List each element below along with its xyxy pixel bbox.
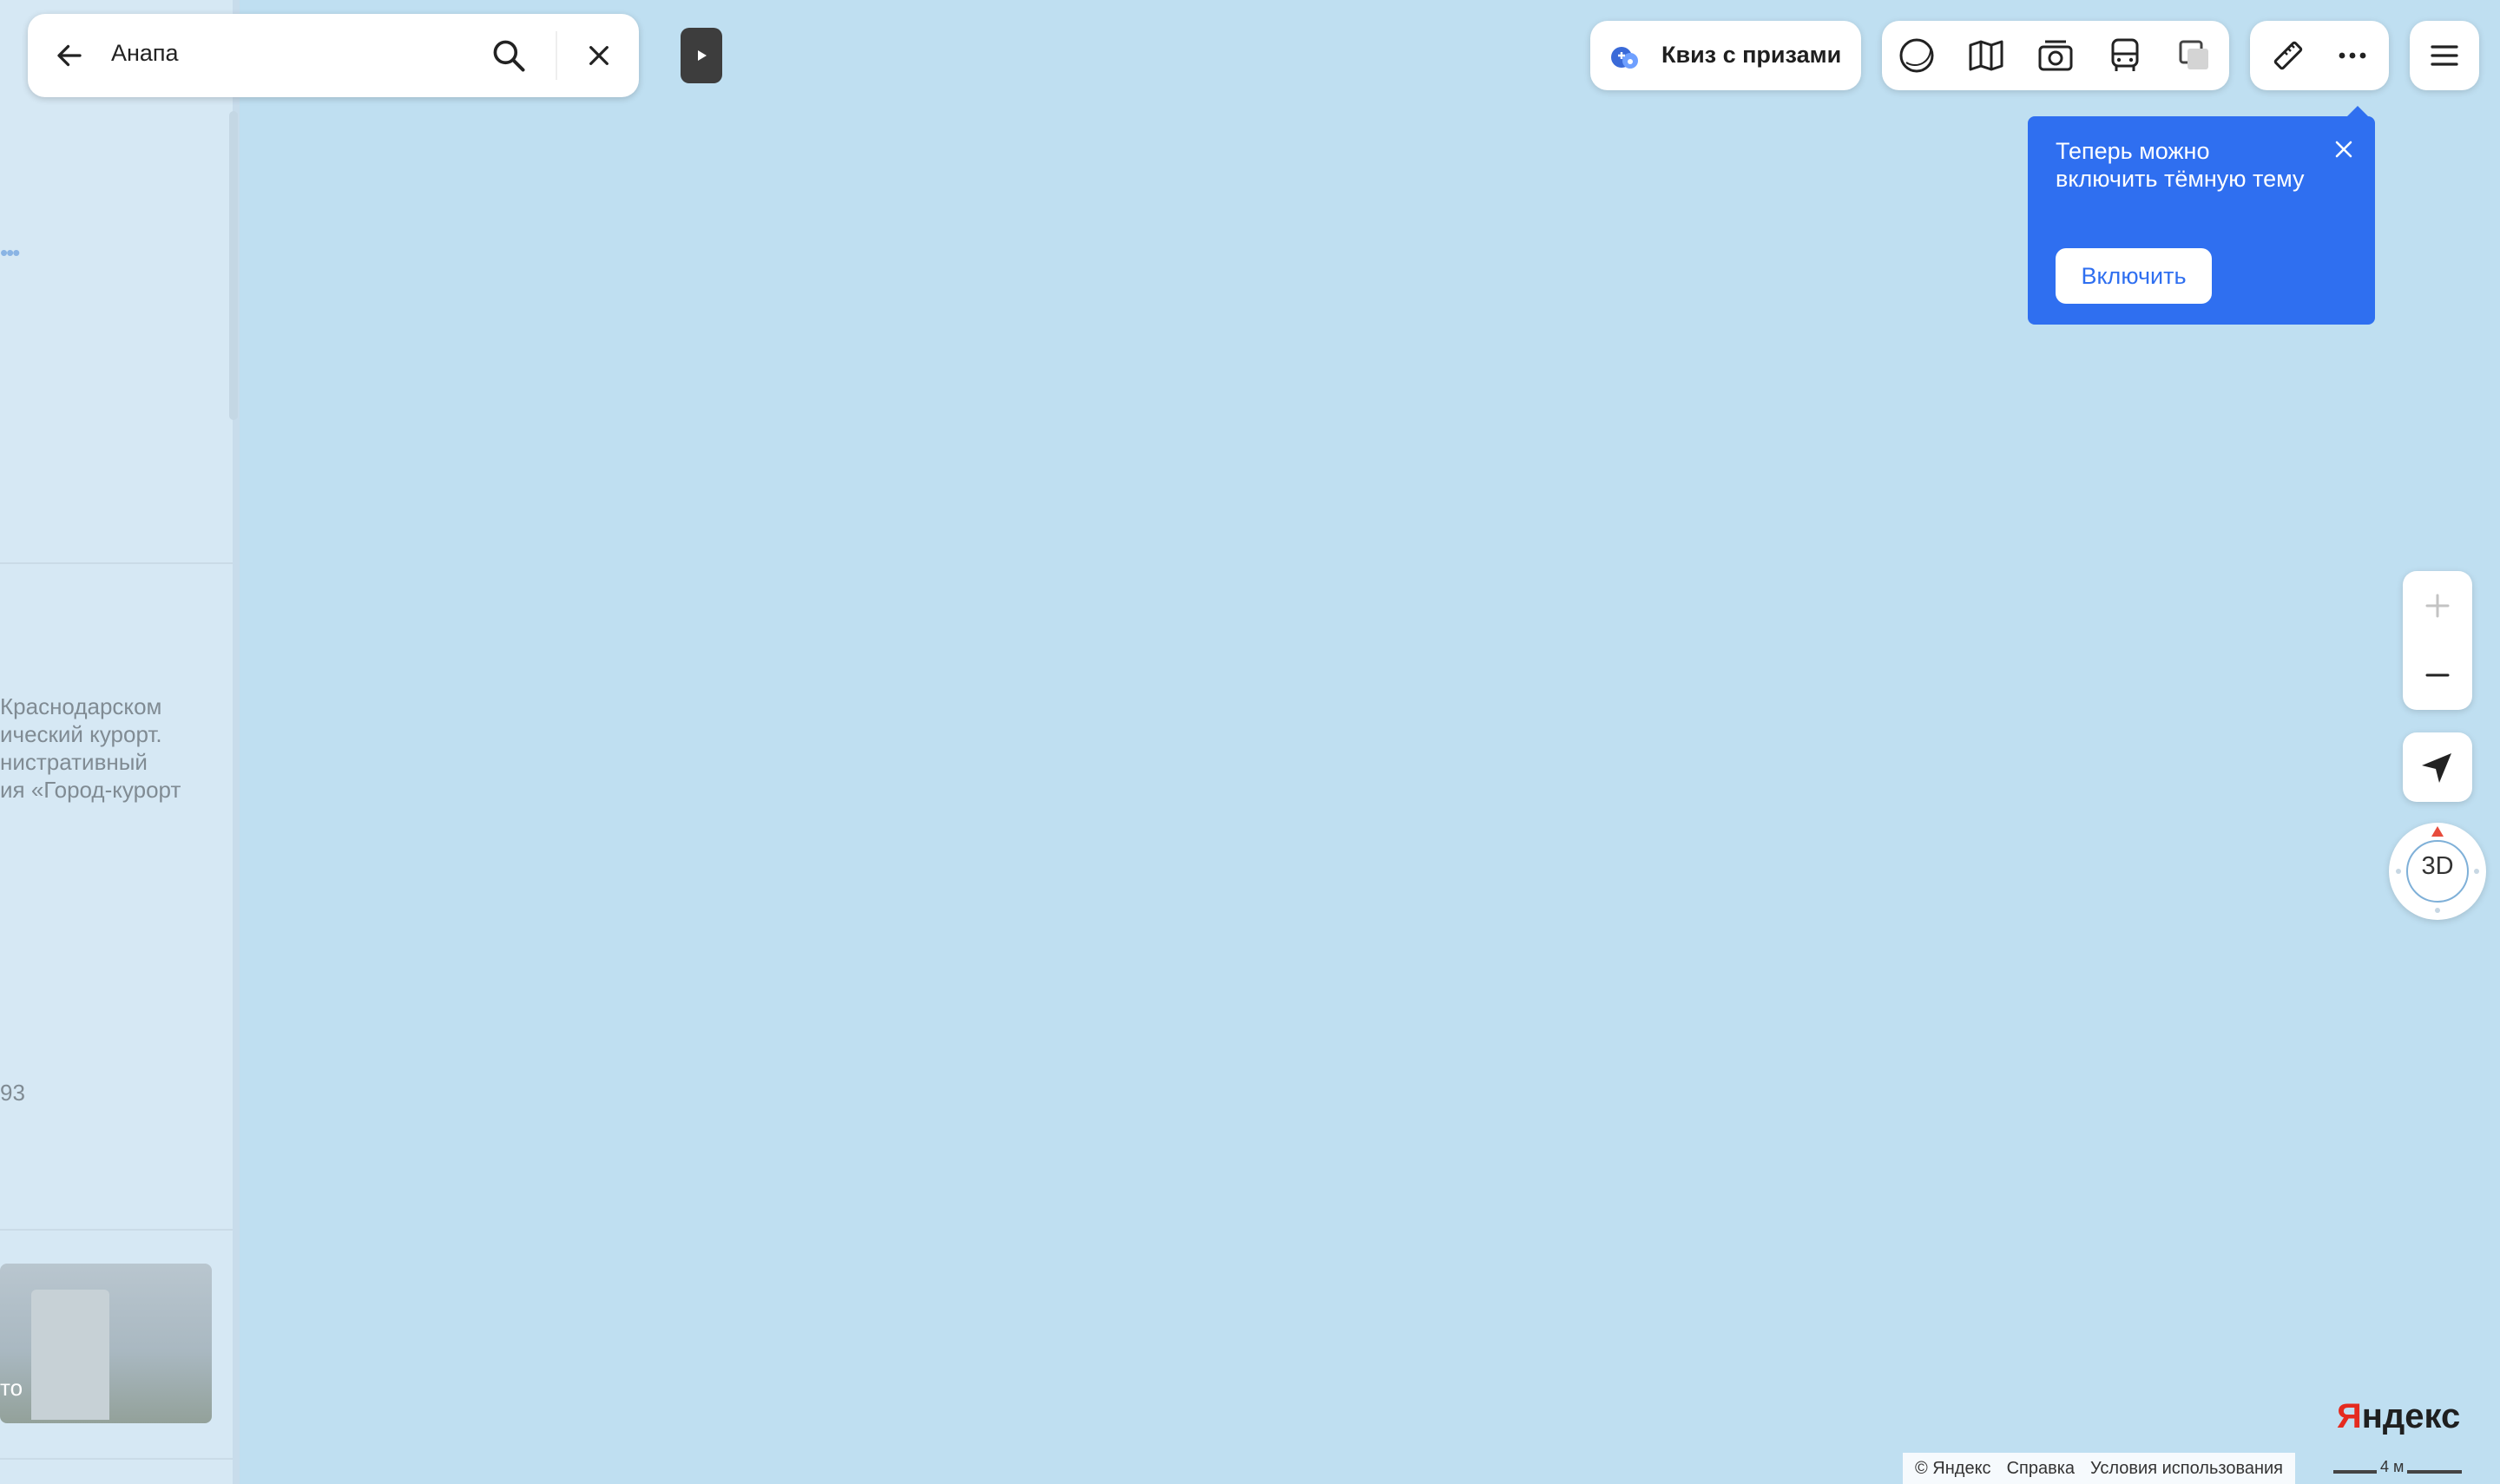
panel-divider [0,1458,233,1460]
logo-rest: ндекс [2361,1397,2461,1435]
panel-divider [0,562,233,564]
close-icon[interactable] [585,42,613,74]
back-arrow-icon[interactable] [54,40,85,76]
collapse-panel-button[interactable] [681,28,722,83]
more-dots-icon[interactable] [2333,36,2372,75]
camera-icon[interactable] [2036,36,2075,75]
quiz-icon [1606,38,1644,81]
compass-3d-label: 3D [2421,852,2454,880]
zoom-in-button[interactable] [2403,571,2472,640]
logo-first-letter: Я [2337,1397,2362,1435]
map-book-icon[interactable] [1967,36,2005,75]
zoom-out-button[interactable] [2403,640,2472,710]
search-separator [556,31,557,80]
close-icon[interactable] [2333,139,2354,164]
my-location-button[interactable] [2403,732,2472,802]
compass-dot [2435,908,2440,913]
compass-3d-control[interactable]: 3D [2389,823,2486,920]
north-arrow-icon [2431,826,2444,837]
desc-line: Краснодарском [0,693,162,719]
hamburger-icon [2425,36,2464,75]
panel-scrollbar[interactable] [229,111,238,420]
bus-icon[interactable] [2106,36,2144,75]
zoom-control [2403,571,2472,710]
plus-icon [2425,594,2450,618]
tools-toolbar [2250,21,2389,90]
menu-button[interactable] [2410,21,2479,90]
layers-toolbar [1882,21,2229,90]
help-link[interactable]: Справка [2007,1459,2075,1479]
panel-divider [0,1229,233,1231]
place-description: Краснодарском ический курорт. нистративн… [0,693,233,804]
minus-icon [2425,673,2450,677]
tooltip-arrow [2347,106,2368,116]
yandex-logo[interactable]: Яндекс [2337,1397,2460,1436]
search-box: Анапа [28,14,639,97]
quiz-label: Квиз с призами [1661,42,1842,68]
layers-square-icon[interactable] [2175,36,2214,75]
desc-line: нистративный [0,749,148,775]
attribution-bar: © Яндекс Справка Условия использования [1903,1453,2296,1484]
quiz-button[interactable]: Квиз с призами [1590,21,1861,90]
lighthouse-image [31,1290,109,1420]
copyright-link[interactable]: © Яндекс [1915,1459,1991,1479]
enable-dark-theme-button[interactable]: Включить [2056,248,2212,304]
tooltip-text: Теперь можно включить тёмную тему [2056,138,2305,192]
terms-link[interactable]: Условия использования [2090,1459,2283,1479]
scale-bar: 4 м [2333,1454,2462,1484]
desc-line: ический курорт. [0,721,162,747]
ruler-icon[interactable] [2269,36,2307,75]
more-dots[interactable]: ••• [0,240,20,266]
desc-line: ия «Город-курорт [0,777,181,803]
place-number: 93 [0,1080,25,1106]
play-arrow-icon [698,50,707,61]
location-arrow-icon [2422,753,2451,783]
scale-label: 4 м [2377,1458,2408,1476]
search-icon[interactable] [490,36,528,79]
circle-layer-icon[interactable] [1898,36,1936,75]
place-photo[interactable]: то [0,1264,212,1423]
search-input[interactable]: Анапа [111,40,179,67]
dark-theme-tooltip: Теперь можно включить тёмную тему Включи… [2028,106,2375,325]
left-panel: ••• Краснодарском ический курорт. нистра… [0,0,240,1484]
photo-label: то [0,1375,23,1401]
